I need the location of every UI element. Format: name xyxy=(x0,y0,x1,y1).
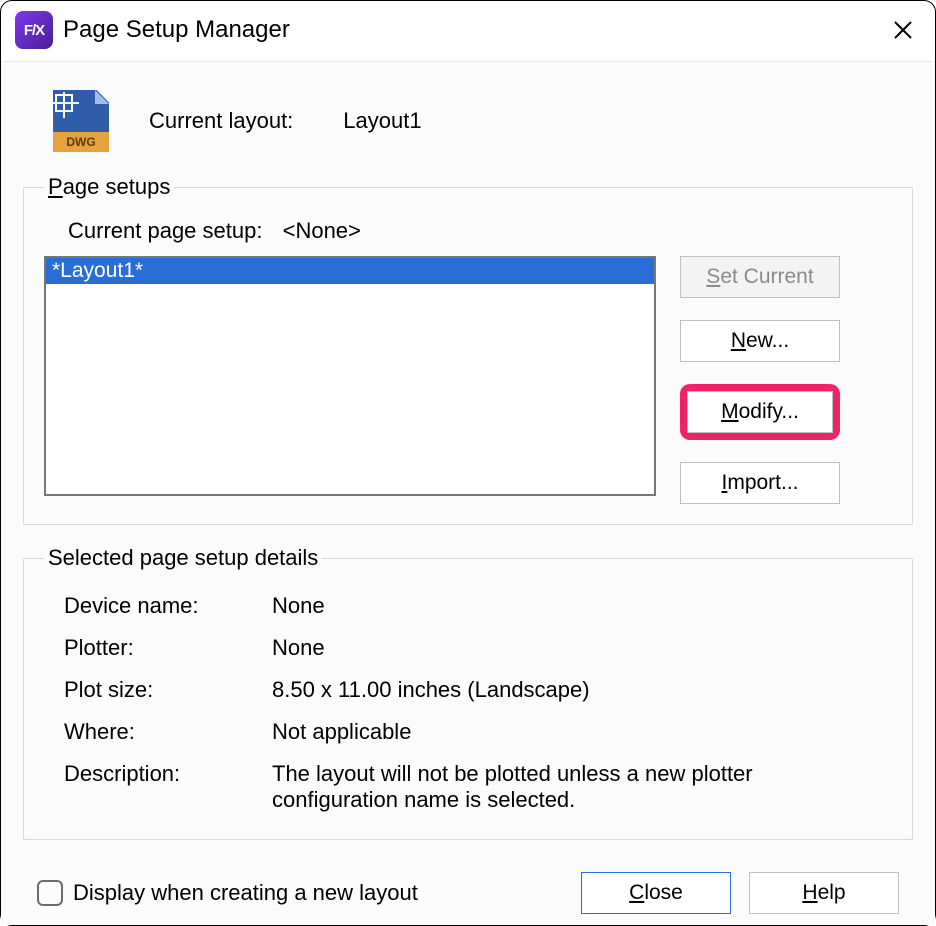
dialog-content: DWG Current layout: Layout1 Page setups … xyxy=(1,61,935,925)
plot-size-label: Plot size: xyxy=(64,677,254,703)
dwg-icon: DWG xyxy=(53,90,109,152)
import-button[interactable]: Import... xyxy=(680,462,840,504)
list-item[interactable]: *Layout1* xyxy=(46,258,654,284)
page-setups-listbox[interactable]: *Layout1* xyxy=(44,256,656,496)
page-setups-side-buttons: Set Current New... Modify... Import... xyxy=(680,256,840,504)
current-layout-label: Current layout: xyxy=(149,108,293,134)
footer-row: Display when creating a new layout Close… xyxy=(23,860,913,914)
where-label: Where: xyxy=(64,719,254,745)
help-button[interactable]: Help xyxy=(749,872,899,914)
set-current-button: Set Current xyxy=(680,256,840,298)
dwg-icon-label: DWG xyxy=(53,132,109,152)
details-legend: Selected page setup details xyxy=(44,545,322,571)
current-layout-value: Layout1 xyxy=(343,108,421,134)
where-value: Not applicable xyxy=(272,719,884,745)
display-checkbox-label[interactable]: Display when creating a new layout xyxy=(37,880,563,906)
current-layout-row: DWG Current layout: Layout1 xyxy=(23,72,913,174)
plotter-label: Plotter: xyxy=(64,635,254,661)
page-setups-legend: Page setups xyxy=(44,174,174,200)
close-icon[interactable] xyxy=(885,12,921,48)
display-checkbox[interactable] xyxy=(37,880,63,906)
titlebar: F/X Page Setup Manager xyxy=(1,1,935,61)
close-button[interactable]: Close xyxy=(581,872,731,914)
current-page-setup-label: Current page setup: xyxy=(68,218,262,243)
device-name-value: None xyxy=(272,593,884,619)
modify-button-highlight: Modify... xyxy=(680,384,840,440)
current-page-setup-value: <None> xyxy=(283,218,361,243)
device-name-label: Device name: xyxy=(64,593,254,619)
description-value: The layout will not be plotted unless a … xyxy=(272,761,884,813)
app-icon: F/X xyxy=(15,11,53,49)
plotter-value: None xyxy=(272,635,884,661)
window-title: Page Setup Manager xyxy=(63,16,885,44)
plot-size-value: 8.50 x 11.00 inches (Landscape) xyxy=(272,677,884,703)
current-page-setup-row: Current page setup: <None> xyxy=(44,214,892,256)
new-button[interactable]: New... xyxy=(680,320,840,362)
details-group: Selected page setup details Device name:… xyxy=(23,545,913,840)
page-setups-group: Page setups Current page setup: <None> *… xyxy=(23,174,913,525)
description-label: Description: xyxy=(64,761,254,813)
modify-button[interactable]: Modify... xyxy=(687,391,833,433)
